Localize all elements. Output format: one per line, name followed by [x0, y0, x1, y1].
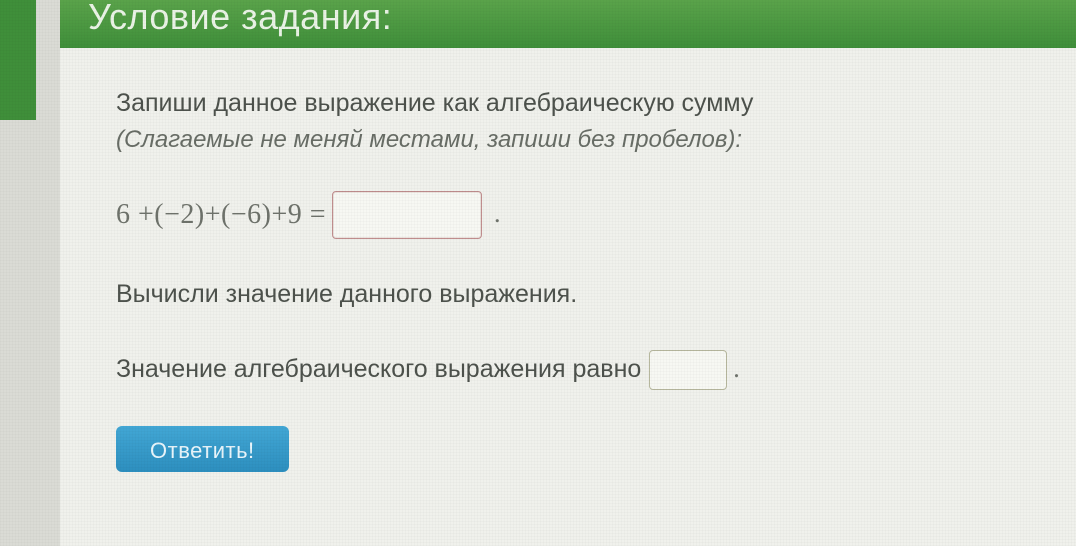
value-row: Значение алгебраического выражения равно… [116, 350, 1020, 390]
sidebar-accent [0, 0, 36, 120]
compute-prompt: Вычисли значение данного выражения. [116, 277, 1020, 312]
value-prompt: Значение алгебраического выражения равно [116, 352, 641, 387]
instruction-line-1: Запиши данное выражение как алгебраическ… [116, 86, 1020, 121]
period-1: . [494, 196, 501, 232]
task-content: Запиши данное выражение как алгебраическ… [60, 48, 1076, 472]
expression-row: 6 +(−2)+(−6)+9 = . [116, 191, 1020, 239]
task-header: Условие задания: [60, 0, 1076, 48]
submit-button[interactable]: Ответить! [116, 426, 289, 472]
submit-row: Ответить! [116, 426, 1020, 472]
instruction-line-2: (Слагаемые не меняй местами, запиши без … [116, 123, 1020, 157]
algebraic-sum-input[interactable] [332, 191, 482, 239]
result-value-input[interactable] [649, 350, 727, 390]
period-2: . [733, 351, 740, 387]
math-expression: 6 +(−2)+(−6)+9 = [116, 195, 326, 234]
task-header-title: Условие задания: [88, 0, 392, 37]
task-card: Условие задания: Запиши данное выражение… [60, 0, 1076, 546]
